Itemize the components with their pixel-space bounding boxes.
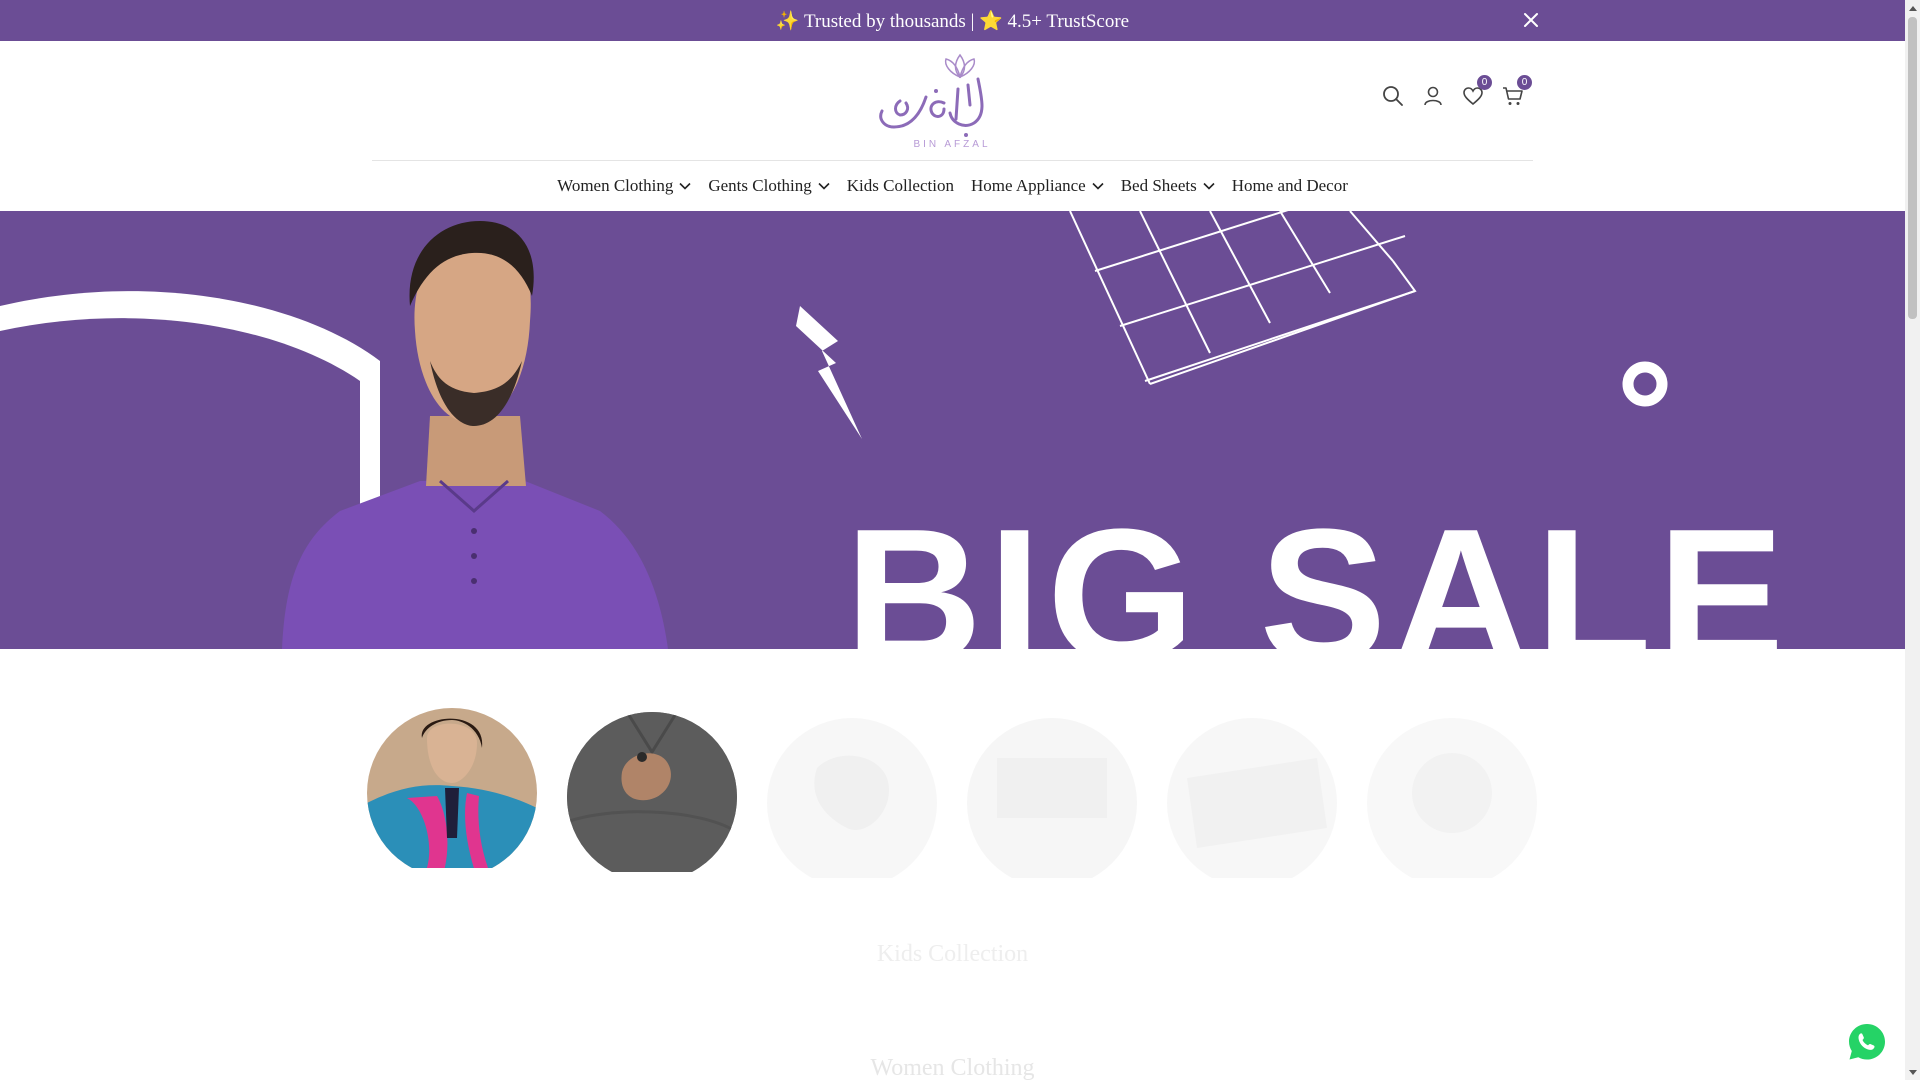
category-item[interactable] [1367,718,1537,878]
chevron-down-icon [1092,182,1104,190]
category-item[interactable] [367,708,537,868]
chevron-down-icon [1203,182,1215,190]
nav-item-label: Gents Clothing [708,176,812,195]
announcement-text: ✨ Trusted by thousands | ⭐ 4.5+ TrustSco… [775,10,1130,32]
section-title-women: Women Clothing [870,1055,1035,1080]
category-image-bedsheets [1167,718,1337,878]
scroll-down-button[interactable] [1905,1065,1920,1080]
category-item[interactable] [767,718,937,878]
scrollbar-thumb[interactable] [1908,17,1917,319]
nav-item-gents-clothing[interactable]: Gents Clothing [708,176,830,196]
nav-item-label: Home Appliance [970,176,1086,195]
category-carousel [367,708,1539,878]
header-icons: 0 0 [1380,75,1532,111]
chevron-down-icon [679,182,691,190]
nav-item-women-clothing[interactable]: Women Clothing [557,176,691,196]
page: ✨ Trusted by thousands | ⭐ 4.5+ TrustSco… [0,0,1905,1080]
nav-item-label: Home and Decor [1231,176,1348,195]
account-button[interactable] [1420,83,1446,109]
category-image-appliance [967,718,1137,878]
hero-banner[interactable]: BIG SALE [0,211,1905,649]
scroll-down-icon [1908,1069,1917,1075]
nav-item-bed-sheets[interactable]: Bed Sheets [1121,176,1215,196]
category-image-decor [1367,718,1537,878]
chevron-down-icon [818,182,830,190]
whatsapp-chat-button[interactable] [1845,1020,1889,1064]
category-item[interactable] [567,712,737,872]
logo-wordmark: BIN AFZAL [913,139,990,150]
section-title-kids: Kids Collection [876,941,1029,967]
wishlist-count-badge: 0 [1477,75,1492,90]
nav-item-home-and-decor[interactable]: Home and Decor [1232,176,1348,196]
user-icon [1424,86,1442,106]
wishlist-button[interactable]: 0 [1460,75,1492,109]
nav-item-label: Kids Collection [846,176,954,195]
hero-headline: BIG SALE [845,490,1790,649]
page-scrollbar[interactable] [1905,0,1920,1080]
nav-item-label: Bed Sheets [1120,176,1197,195]
scroll-up-button[interactable] [1905,0,1920,15]
brand-logo[interactable]: BIN AFZAL [870,49,1034,151]
cart-count-badge: 0 [1517,75,1532,90]
search-icon [1383,86,1403,106]
nav-item-label: Women Clothing [557,176,674,195]
main-nav: Women Clothing Gents Clothing Kids Colle… [0,161,1905,211]
category-image-women [367,708,537,868]
scroll-up-icon [1908,5,1917,11]
close-icon[interactable] [1520,9,1542,31]
nav-item-kids-collection[interactable]: Kids Collection [847,176,954,196]
announcement-bar: ✨ Trusted by thousands | ⭐ 4.5+ TrustSco… [0,0,1905,41]
category-image-gents [567,712,737,872]
category-item[interactable] [1167,718,1337,878]
cart-button[interactable]: 0 [1500,75,1532,109]
category-item[interactable] [967,718,1137,878]
search-button[interactable] [1380,83,1406,109]
site-header: BIN AFZAL 0 0 [0,41,1905,161]
category-image-kids [767,718,937,878]
nav-item-home-appliance[interactable]: Home Appliance [971,176,1104,196]
hero-artwork: BIG SALE [0,211,1790,649]
